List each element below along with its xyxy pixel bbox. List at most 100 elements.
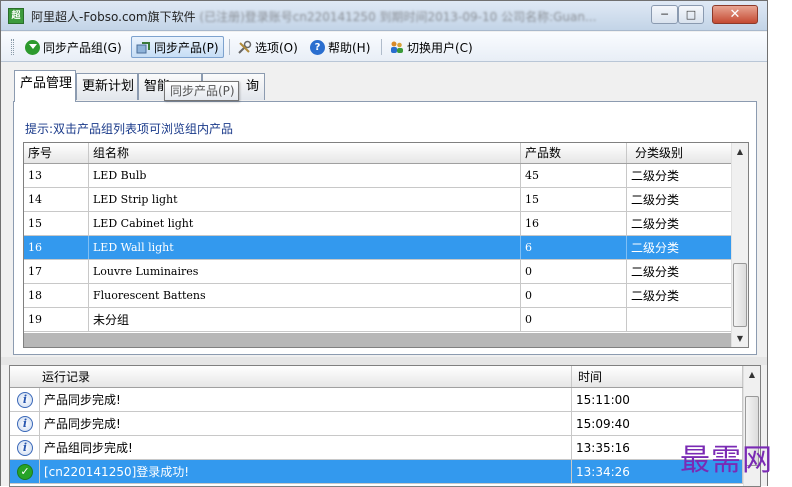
log-icon-cell: i (10, 388, 40, 411)
pane-splitter[interactable] (1, 357, 767, 365)
toolbar-separator (229, 39, 230, 55)
column-header-no[interactable]: 序号 (24, 143, 89, 163)
help-button[interactable]: ? 帮助(H) (306, 36, 374, 58)
log-row[interactable]: i 产品同步完成! 15:11:00 (10, 388, 743, 412)
log-row[interactable]: i 产品组同步完成! 13:35:16 (10, 436, 743, 460)
cell-no: 14 (24, 188, 89, 211)
options-button[interactable]: 选项(O) (233, 36, 302, 58)
close-button[interactable]: ✕ (712, 5, 758, 24)
column-header-level[interactable]: 分类级别 (627, 143, 732, 163)
help-label: 帮助(H) (328, 40, 371, 55)
cell-level: 二级分类 (627, 164, 732, 187)
info-icon: i (17, 416, 33, 432)
tooltip: 同步产品(P) (164, 81, 239, 101)
main-window: 超 阿里超人-Fobso.com旗下软件 (已注册)登录账号cn22014125… (0, 0, 768, 487)
sync-products-label: 同步产品(P) (154, 40, 219, 55)
tab-product-management[interactable]: 产品管理 (14, 70, 76, 102)
app-icon: 超 (8, 8, 24, 24)
title-bar[interactable]: 超 阿里超人-Fobso.com旗下软件 (已注册)登录账号cn22014125… (1, 1, 767, 31)
info-icon: i (17, 392, 33, 408)
toolbar-separator (381, 39, 382, 55)
log-text: 产品组同步完成! (40, 436, 572, 459)
cell-name: LED Strip light (89, 188, 521, 211)
cell-count: 6 (521, 236, 627, 259)
log-text: [cn220141250]登录成功! (40, 460, 572, 483)
cell-no: 13 (24, 164, 89, 187)
cell-name: LED Cabinet light (89, 212, 521, 235)
product-management-panel: 提示:双击产品组列表项可浏览组内产品 序号 组名称 产品数 分类级别 13 LE… (13, 101, 757, 355)
cell-no: 15 (24, 212, 89, 235)
run-log-table: 运行记录 时间 i 产品同步完成! 15:11:00 i 产品同步完成! 15:… (9, 365, 761, 487)
scroll-up-icon[interactable]: ▲ (744, 366, 760, 383)
table-row[interactable]: 14 LED Strip light 15 二级分类 (24, 188, 732, 212)
table-row[interactable]: 15 LED Cabinet light 16 二级分类 (24, 212, 732, 236)
hint-text: 提示:双击产品组列表项可浏览组内产品 (25, 122, 234, 136)
log-icon-cell: i (10, 436, 40, 459)
options-label: 选项(O) (255, 40, 298, 55)
log-table-header: 运行记录 时间 (10, 366, 743, 388)
column-header-count[interactable]: 产品数 (521, 143, 627, 163)
cell-level: 二级分类 (627, 260, 732, 283)
cell-no: 17 (24, 260, 89, 283)
toolbar: 同步产品组(G) 同步产品(P) 选项(O) ? 帮助(H) 切换用户(C) (1, 32, 767, 62)
window-title: 阿里超人-Fobso.com旗下软件 (已注册)登录账号cn220141250 … (31, 8, 651, 25)
users-icon (389, 40, 404, 55)
column-header-name[interactable]: 组名称 (89, 143, 521, 163)
toolbar-grip[interactable] (11, 39, 14, 55)
log-row[interactable]: i 产品同步完成! 15:09:40 (10, 412, 743, 436)
cell-level: 二级分类 (627, 236, 732, 259)
scrollbar-thumb[interactable] (733, 263, 747, 327)
cell-no: 18 (24, 284, 89, 307)
log-icon-cell: i (10, 412, 40, 435)
cell-level (627, 308, 732, 331)
column-header-time[interactable]: 时间 (572, 366, 743, 387)
window-title-account-info: (已注册)登录账号cn220141250 到期时间2013-09-10 公司名称… (199, 10, 597, 24)
cell-count: 16 (521, 212, 627, 235)
scroll-down-icon[interactable]: ▼ (732, 330, 748, 347)
help-icon: ? (310, 39, 325, 55)
minimize-button[interactable]: ─ (651, 5, 678, 24)
close-icon: ✕ (729, 7, 741, 22)
watermark: 最需网 (680, 443, 773, 478)
info-icon: i (17, 440, 33, 456)
cell-count: 0 (521, 260, 627, 283)
group-table: 序号 组名称 产品数 分类级别 13 LED Bulb 45 二级分类 14 L… (23, 142, 749, 348)
group-table-scrollbar[interactable]: ▲ ▼ (731, 143, 748, 347)
table-row[interactable]: 17 Louvre Luminaires 0 二级分类 (24, 260, 732, 284)
minimize-icon: ─ (661, 8, 668, 21)
window-title-main: 阿里超人-Fobso.com旗下软件 (31, 10, 196, 24)
cell-no: 16 (24, 236, 89, 259)
cell-count: 0 (521, 308, 627, 331)
tab-update-plan[interactable]: 更新计划 (76, 73, 138, 100)
cell-name: LED Bulb (89, 164, 521, 187)
cell-level: 二级分类 (627, 188, 732, 211)
log-time: 15:09:40 (572, 412, 743, 435)
scroll-up-icon[interactable]: ▲ (732, 143, 748, 160)
table-row[interactable]: 18 Fluorescent Battens 0 二级分类 (24, 284, 732, 308)
table-row-selected[interactable]: 16 LED Wall light 6 二级分类 (24, 236, 732, 260)
cell-name: 未分组 (89, 308, 521, 331)
table-row[interactable]: 13 LED Bulb 45 二级分类 (24, 164, 732, 188)
sync-groups-button[interactable]: 同步产品组(G) (21, 36, 126, 58)
log-time: 15:11:00 (572, 388, 743, 411)
log-text: 产品同步完成! (40, 412, 572, 435)
cell-name: Louvre Luminaires (89, 260, 521, 283)
switch-user-button[interactable]: 切换用户(C) (385, 36, 477, 58)
log-text: 产品同步完成! (40, 388, 572, 411)
maximize-icon: □ (685, 8, 697, 21)
sync-products-icon (136, 40, 151, 55)
sync-groups-label: 同步产品组(G) (43, 40, 122, 55)
switch-user-label: 切换用户(C) (407, 40, 473, 55)
cell-count: 45 (521, 164, 627, 187)
cell-no: 19 (24, 308, 89, 331)
sync-products-button[interactable]: 同步产品(P) (131, 36, 224, 58)
maximize-button[interactable]: □ (678, 5, 704, 24)
column-header-log[interactable]: 运行记录 (10, 366, 572, 387)
log-icon-cell: ✓ (10, 460, 40, 483)
table-row[interactable]: 19 未分组 0 (24, 308, 732, 332)
log-row-selected[interactable]: ✓ [cn220141250]登录成功! 13:34:26 (10, 460, 743, 484)
cell-name: LED Wall light (89, 236, 521, 259)
cell-level: 二级分类 (627, 212, 732, 235)
green-down-arrow-icon (25, 39, 40, 55)
cell-count: 15 (521, 188, 627, 211)
